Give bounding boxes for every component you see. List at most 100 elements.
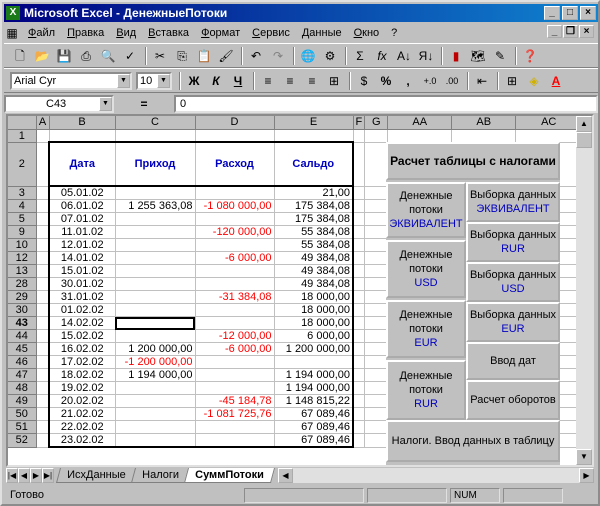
- cell[interactable]: [36, 142, 50, 187]
- cell[interactable]: [364, 277, 389, 291]
- cell[interactable]: [353, 264, 366, 278]
- cell[interactable]: [451, 129, 517, 143]
- menu-help[interactable]: ?: [385, 27, 403, 39]
- balance-cell[interactable]: 67 089,46: [274, 407, 354, 421]
- income-cell[interactable]: [115, 381, 196, 395]
- expense-cell[interactable]: -45 184,78: [195, 394, 275, 408]
- income-cell[interactable]: 1 200 000,00: [115, 342, 196, 356]
- save-icon[interactable]: 💾: [54, 46, 74, 66]
- scroll-down-icon[interactable]: ▼: [576, 449, 592, 465]
- row-header[interactable]: 44: [8, 329, 37, 343]
- select-usd-button[interactable]: Выборка данных USD: [466, 262, 560, 302]
- cell[interactable]: [36, 329, 50, 343]
- format-painter-icon[interactable]: 🖌: [216, 46, 236, 66]
- cell[interactable]: [353, 342, 366, 356]
- column-header[interactable]: F: [353, 116, 366, 130]
- paste-icon[interactable]: 📋: [194, 46, 214, 66]
- cell[interactable]: [364, 394, 389, 408]
- indent-icon[interactable]: ⇤: [472, 71, 492, 91]
- cell[interactable]: [364, 355, 389, 369]
- column-header[interactable]: AA: [387, 116, 453, 130]
- select-eur-button[interactable]: Выборка данных EUR: [466, 302, 560, 342]
- cell[interactable]: [36, 129, 50, 143]
- expense-cell[interactable]: [195, 420, 275, 434]
- header-date[interactable]: Дата: [48, 141, 116, 187]
- header-expense[interactable]: Расход: [195, 141, 275, 187]
- cell[interactable]: [353, 316, 366, 330]
- expense-cell[interactable]: [195, 277, 275, 291]
- row-header[interactable]: 9: [8, 225, 37, 239]
- cell[interactable]: [353, 225, 366, 239]
- select-equiv-button[interactable]: Выборка данных ЭКВИВАЛЕНТ: [466, 182, 560, 222]
- income-cell[interactable]: [115, 238, 196, 252]
- cell[interactable]: [353, 355, 366, 369]
- drawing-icon[interactable]: ✎: [490, 46, 510, 66]
- cell[interactable]: [353, 303, 366, 317]
- row-header[interactable]: 28: [8, 277, 37, 291]
- row-header[interactable]: 4: [8, 199, 37, 213]
- row-header[interactable]: 30: [8, 303, 37, 317]
- expense-cell[interactable]: -1 081 725,76: [195, 407, 275, 421]
- row-header[interactable]: 12: [8, 251, 37, 265]
- expense-cell[interactable]: [195, 381, 275, 395]
- tab-source-data[interactable]: ИсхДанные: [55, 468, 137, 483]
- print-icon[interactable]: ⎙: [76, 46, 96, 66]
- income-cell[interactable]: [115, 407, 196, 421]
- cell[interactable]: [353, 420, 366, 434]
- date-cell[interactable]: 14.01.02: [48, 251, 116, 265]
- cell[interactable]: [353, 329, 366, 343]
- cell[interactable]: [364, 368, 389, 382]
- sort-desc-icon[interactable]: Я↓: [416, 46, 436, 66]
- cell[interactable]: [364, 199, 389, 213]
- excel-icon[interactable]: X: [6, 6, 20, 20]
- row-header[interactable]: 47: [8, 368, 37, 382]
- balance-cell[interactable]: 6 000,00: [274, 329, 354, 343]
- income-cell[interactable]: [115, 420, 196, 434]
- date-cell[interactable]: 23.02.02: [48, 433, 116, 448]
- cell[interactable]: [36, 316, 50, 330]
- cell[interactable]: [364, 407, 389, 421]
- cell[interactable]: [36, 212, 50, 226]
- maximize-button[interactable]: □: [562, 6, 578, 20]
- cell[interactable]: [364, 251, 389, 265]
- expense-cell[interactable]: [195, 212, 275, 226]
- preview-icon[interactable]: 🔍: [98, 46, 118, 66]
- date-cell[interactable]: 18.02.02: [48, 368, 116, 382]
- cell[interactable]: [36, 394, 50, 408]
- cell[interactable]: [36, 225, 50, 239]
- fill-color-icon[interactable]: ◈: [524, 71, 544, 91]
- date-cell[interactable]: 12.01.02: [48, 238, 116, 252]
- map-icon[interactable]: 🗺: [468, 46, 488, 66]
- date-cell[interactable]: 31.01.02: [48, 290, 116, 304]
- expense-cell[interactable]: [195, 186, 275, 200]
- cashflow-rur-button[interactable]: Денежные потоки RUR: [386, 360, 466, 420]
- vertical-scrollbar[interactable]: ▲ ▼: [576, 116, 592, 465]
- menu-tools[interactable]: Сервис: [246, 27, 296, 39]
- autosum-icon[interactable]: Σ: [350, 46, 370, 66]
- cell[interactable]: [353, 290, 366, 304]
- cell[interactable]: [353, 433, 366, 448]
- merge-center-icon[interactable]: ⊞: [324, 71, 344, 91]
- cell[interactable]: [274, 129, 354, 143]
- calc-taxes-button[interactable]: Расчет таблицы с налогами: [386, 142, 560, 180]
- column-header[interactable]: D: [195, 116, 275, 130]
- balance-cell[interactable]: 18 000,00: [274, 290, 354, 304]
- cell[interactable]: [364, 316, 389, 330]
- menu-data[interactable]: Данные: [296, 27, 348, 39]
- cell[interactable]: [364, 142, 389, 187]
- turnover-button[interactable]: Расчет оборотов: [466, 380, 560, 420]
- scroll-left-icon[interactable]: ◀: [278, 468, 293, 483]
- new-icon[interactable]: 🗋: [10, 46, 30, 66]
- formula-equals[interactable]: =: [114, 97, 174, 111]
- expense-cell[interactable]: [195, 303, 275, 317]
- date-cell[interactable]: 22.02.02: [48, 420, 116, 434]
- date-cell[interactable]: 19.02.02: [48, 381, 116, 395]
- income-cell[interactable]: [115, 394, 196, 408]
- expense-cell[interactable]: -6 000,00: [195, 342, 275, 356]
- chevron-down-icon[interactable]: ▼: [99, 97, 112, 111]
- taxes-input-button[interactable]: Налоги. Ввод данных в таблицу: [386, 420, 560, 462]
- cell[interactable]: [364, 186, 389, 200]
- balance-cell[interactable]: 175 384,08: [274, 212, 354, 226]
- web-toolbar-icon[interactable]: ⚙: [320, 46, 340, 66]
- prev-sheet-icon[interactable]: ◀: [18, 468, 30, 483]
